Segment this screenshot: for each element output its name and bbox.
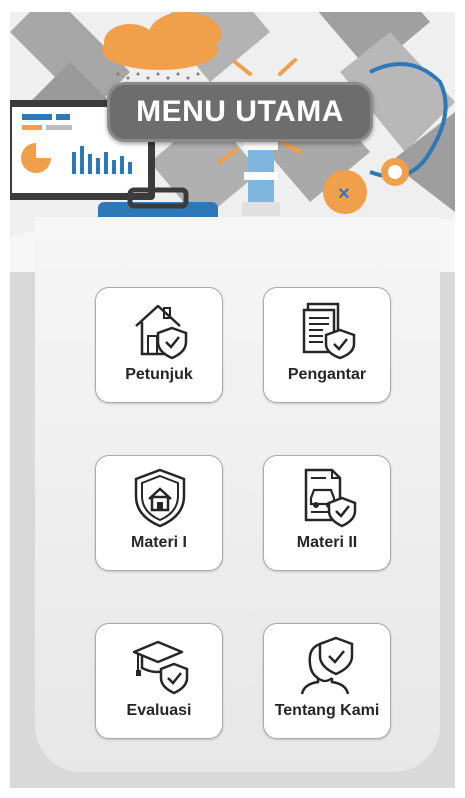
svg-text:×: × (338, 183, 350, 205)
menu-label-pengantar: Pengantar (287, 366, 367, 383)
car-document-shield-icon (304, 468, 357, 528)
menu-button-tentang-kami[interactable]: Tentang Kami (263, 623, 391, 739)
menu-button-evaluasi[interactable]: Evaluasi (95, 623, 223, 739)
menu-panel: Petunjuk Pengantar Materi I Materi II Ev… (35, 217, 440, 772)
menu-label-materi-2: Materi II (296, 534, 358, 551)
document-shield-icon (302, 302, 356, 360)
menu-label-tentang-kami: Tentang Kami (274, 702, 380, 719)
page-title: MENU UTAMA (107, 82, 373, 142)
home-shield-icon (135, 304, 188, 360)
menu-button-petunjuk[interactable]: Petunjuk (95, 287, 223, 403)
menu-button-materi-2[interactable]: Materi II (263, 455, 391, 571)
menu-label-materi-1: Materi I (130, 534, 187, 551)
menu-label-evaluasi: Evaluasi (126, 702, 192, 719)
menu-label-petunjuk: Petunjuk (125, 366, 193, 383)
shield-house-icon (134, 468, 186, 528)
menu-button-materi-1[interactable]: Materi I (95, 455, 223, 571)
person-shield-icon (300, 636, 354, 695)
app-screen: × MENU UTAMA Petunjuk Pengantar Materi I… (10, 12, 455, 788)
menu-button-pengantar[interactable]: Pengantar (263, 287, 391, 403)
graduation-cap-shield-icon (132, 640, 189, 695)
